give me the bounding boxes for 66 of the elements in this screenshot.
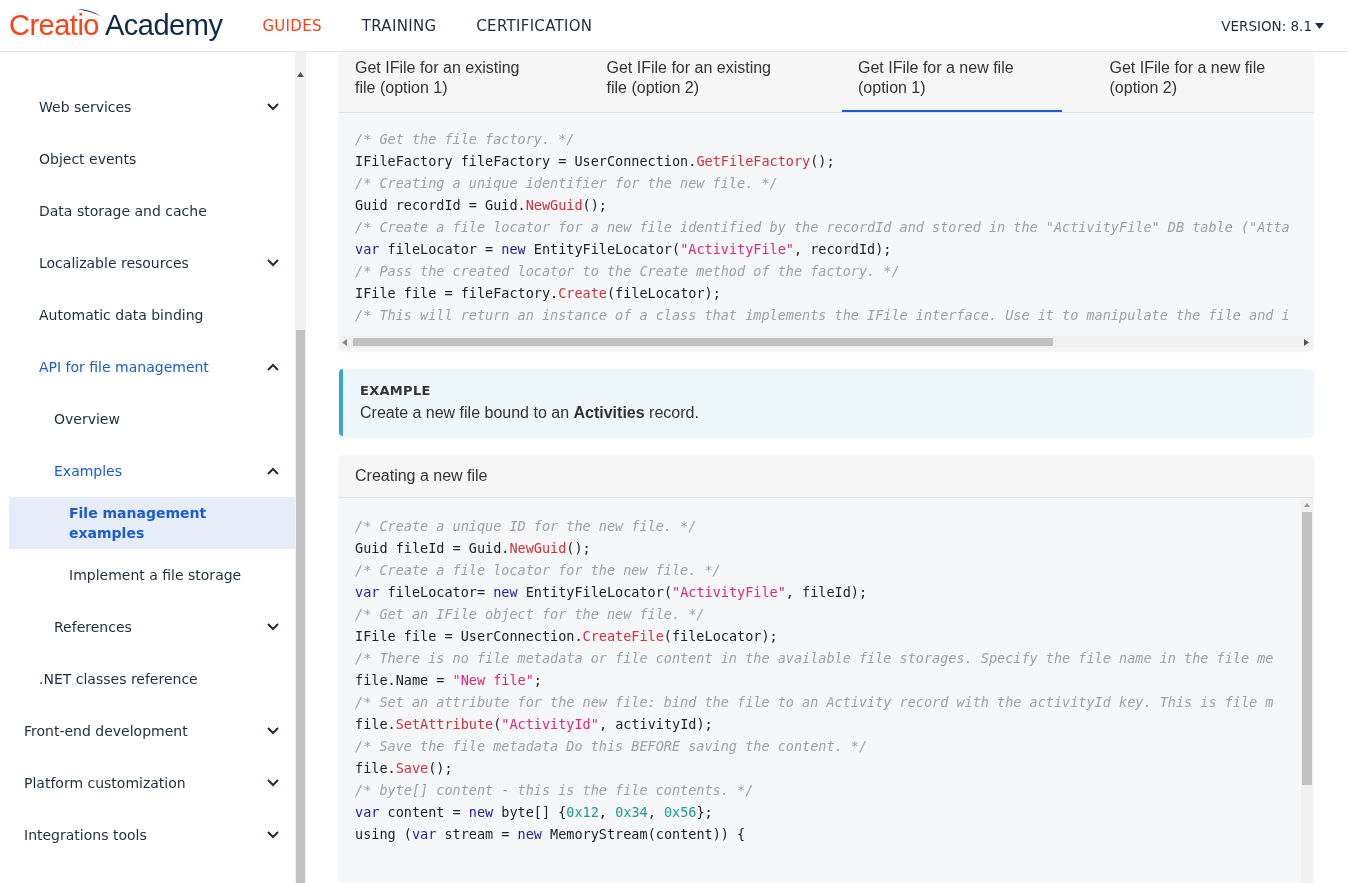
chevron-up-icon[interactable] <box>267 363 279 371</box>
code-line: /* There is no file metadata or file content in the available file storages. Specify the file name in the file me <box>355 649 1274 668</box>
horizontal-scrollbar[interactable] <box>339 336 1313 348</box>
code-line: var content = new byte[] {0x12, 0x34, 0x56}; <box>355 803 713 822</box>
chevron-down-icon[interactable] <box>267 623 279 631</box>
code-line: IFileFactory fileFactory = UserConnection.GetFileFactory(); <box>355 152 835 171</box>
sidebar-item[interactable]: Examples <box>9 445 295 497</box>
code-line: /* Create a unique ID for the new file. */ <box>355 517 697 536</box>
tab[interactable]: Get IFile for a new file (option 1) <box>842 52 1062 112</box>
nav-link[interactable]: TRAINING <box>361 16 437 35</box>
sidebar-item[interactable]: Overview <box>9 393 295 445</box>
code-line: /* Pass the created locator to the Create method of the factory. */ <box>355 262 900 281</box>
code-line: /* Get the file factory. */ <box>355 130 575 149</box>
chevron-down-icon[interactable] <box>267 727 279 735</box>
nav-link[interactable]: GUIDES <box>262 16 322 35</box>
code-line: IFile file = fileFactory.Create(fileLocator); <box>355 284 721 303</box>
sidebar-item[interactable]: Web services <box>9 81 295 133</box>
sidebar-item[interactable]: Object events <box>9 133 295 185</box>
sidebar-item[interactable]: Integrations tools <box>9 809 295 861</box>
sidebar-item[interactable]: Implement a file storage <box>9 549 295 601</box>
sidebar-item[interactable]: Front-end development <box>9 705 295 757</box>
code-line: file.SetAttribute("ActivityId", activityId); <box>355 715 713 734</box>
chevron-down-icon[interactable] <box>267 831 279 839</box>
code-line: /* byte[] content - this is the file contents. */ <box>355 781 754 800</box>
sidebar-item[interactable]: Data storage and cache <box>9 185 295 237</box>
caret-icon <box>1315 22 1324 29</box>
sidebar-item[interactable]: References <box>9 601 295 653</box>
sidebar-item[interactable]: Localizable resources <box>9 237 295 289</box>
nav-link[interactable]: CERTIFICATION <box>476 16 593 35</box>
sidebar-item[interactable]: .NET classes reference <box>9 653 295 705</box>
sidebar-item[interactable]: Automatic data binding <box>9 289 295 341</box>
code-line: var fileLocator = new EntityFileLocator("ActivityFile", recordId); <box>355 240 892 259</box>
code-line: file.Save(); <box>355 759 453 778</box>
code-line: IFile file = UserConnection.CreateFile(fileLocator); <box>355 627 778 646</box>
code-line: file.Name = "New file"; <box>355 671 542 690</box>
chevron-up-icon[interactable] <box>267 467 279 475</box>
chevron-down-icon[interactable] <box>267 103 279 111</box>
code-line: /* Create a file locator for the new file. */ <box>355 561 721 580</box>
scroll-right-icon[interactable] <box>1304 339 1309 346</box>
version-selector[interactable]: VERSION: 8.1 <box>1221 17 1324 34</box>
code-line: /* Creating a unique identifier for the new file. */ <box>355 174 778 193</box>
sidebar-item[interactable]: Platform customization <box>9 757 295 809</box>
vertical-scrollbar[interactable] <box>295 52 306 883</box>
code-line: /* Create a file locator for a new file identified by the recordId and stored in the "ActivityFile" DB table ("Atta <box>355 218 1290 237</box>
vertical-scrollbar[interactable] <box>1301 498 1313 883</box>
code-line: /* This will return an instance of a class that implements the IFile interface. Use it to manipulate the file and i <box>355 306 1290 325</box>
tab[interactable]: Get IFile for an existing file (option 2) <box>590 52 810 112</box>
chevron-down-icon[interactable] <box>267 259 279 267</box>
code-line: var fileLocator= new EntityFileLocator("ActivityFile", fileId); <box>355 583 868 602</box>
scroll-up-icon[interactable] <box>297 72 304 77</box>
code-line: /* Set an attribute for the new file: bind the file to an Activity record with the activityId key. This is file m <box>355 693 1274 712</box>
callout-text: Create a new file bound to an Activities record. <box>360 404 700 422</box>
code-line: /* Save the file metadata Do this BEFORE saving the content. */ <box>355 737 868 756</box>
code-line: Guid recordId = Guid.NewGuid(); <box>355 196 607 215</box>
sidebar-item[interactable]: File management examples <box>9 497 295 549</box>
code-card-title: Creating a new file <box>339 455 1313 498</box>
code-line: /* Get an IFile object for the new file. */ <box>355 605 705 624</box>
code-line: using (var stream = new MemoryStream(content)) { <box>355 825 746 844</box>
scroll-left-icon[interactable] <box>342 339 347 346</box>
code-line: Guid fileId = Guid.NewGuid(); <box>355 539 591 558</box>
tab[interactable]: Get IFile for an existing file (option 1) <box>339 52 559 112</box>
tab[interactable]: Get IFile for a new file (option 2) <box>1093 52 1313 112</box>
logo[interactable]: Creatio Academy <box>9 9 223 42</box>
sidebar-item[interactable]: API for file management <box>9 341 295 393</box>
callout-label: EXAMPLE <box>360 383 432 398</box>
chevron-down-icon[interactable] <box>267 779 279 787</box>
